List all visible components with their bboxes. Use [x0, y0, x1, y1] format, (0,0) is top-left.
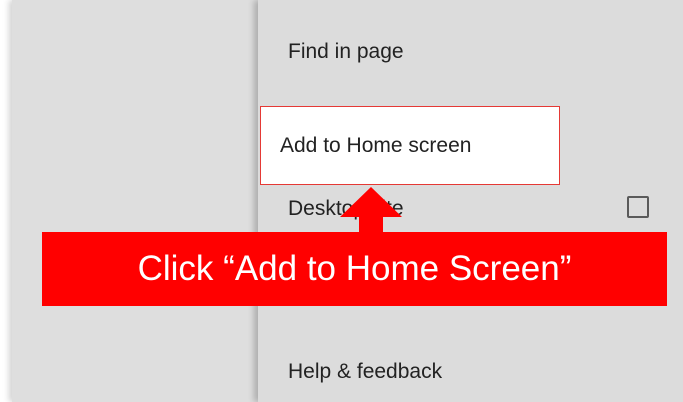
up-arrow-icon [340, 187, 402, 237]
overflow-menu: Find in page Desktop site Help & feedbac… [258, 0, 683, 402]
instruction-callout: Click “Add to Home Screen” [42, 232, 667, 306]
page-background [12, 0, 258, 402]
add-to-home-screen-label: Add to Home screen [280, 134, 472, 157]
menu-item-add-to-home-screen[interactable]: Add to Home screen [260, 106, 560, 185]
menu-item-help-feedback[interactable]: Help & feedback [288, 360, 442, 384]
menu-item-find-in-page[interactable]: Find in page [288, 40, 404, 64]
desktop-site-checkbox[interactable] [627, 196, 649, 218]
